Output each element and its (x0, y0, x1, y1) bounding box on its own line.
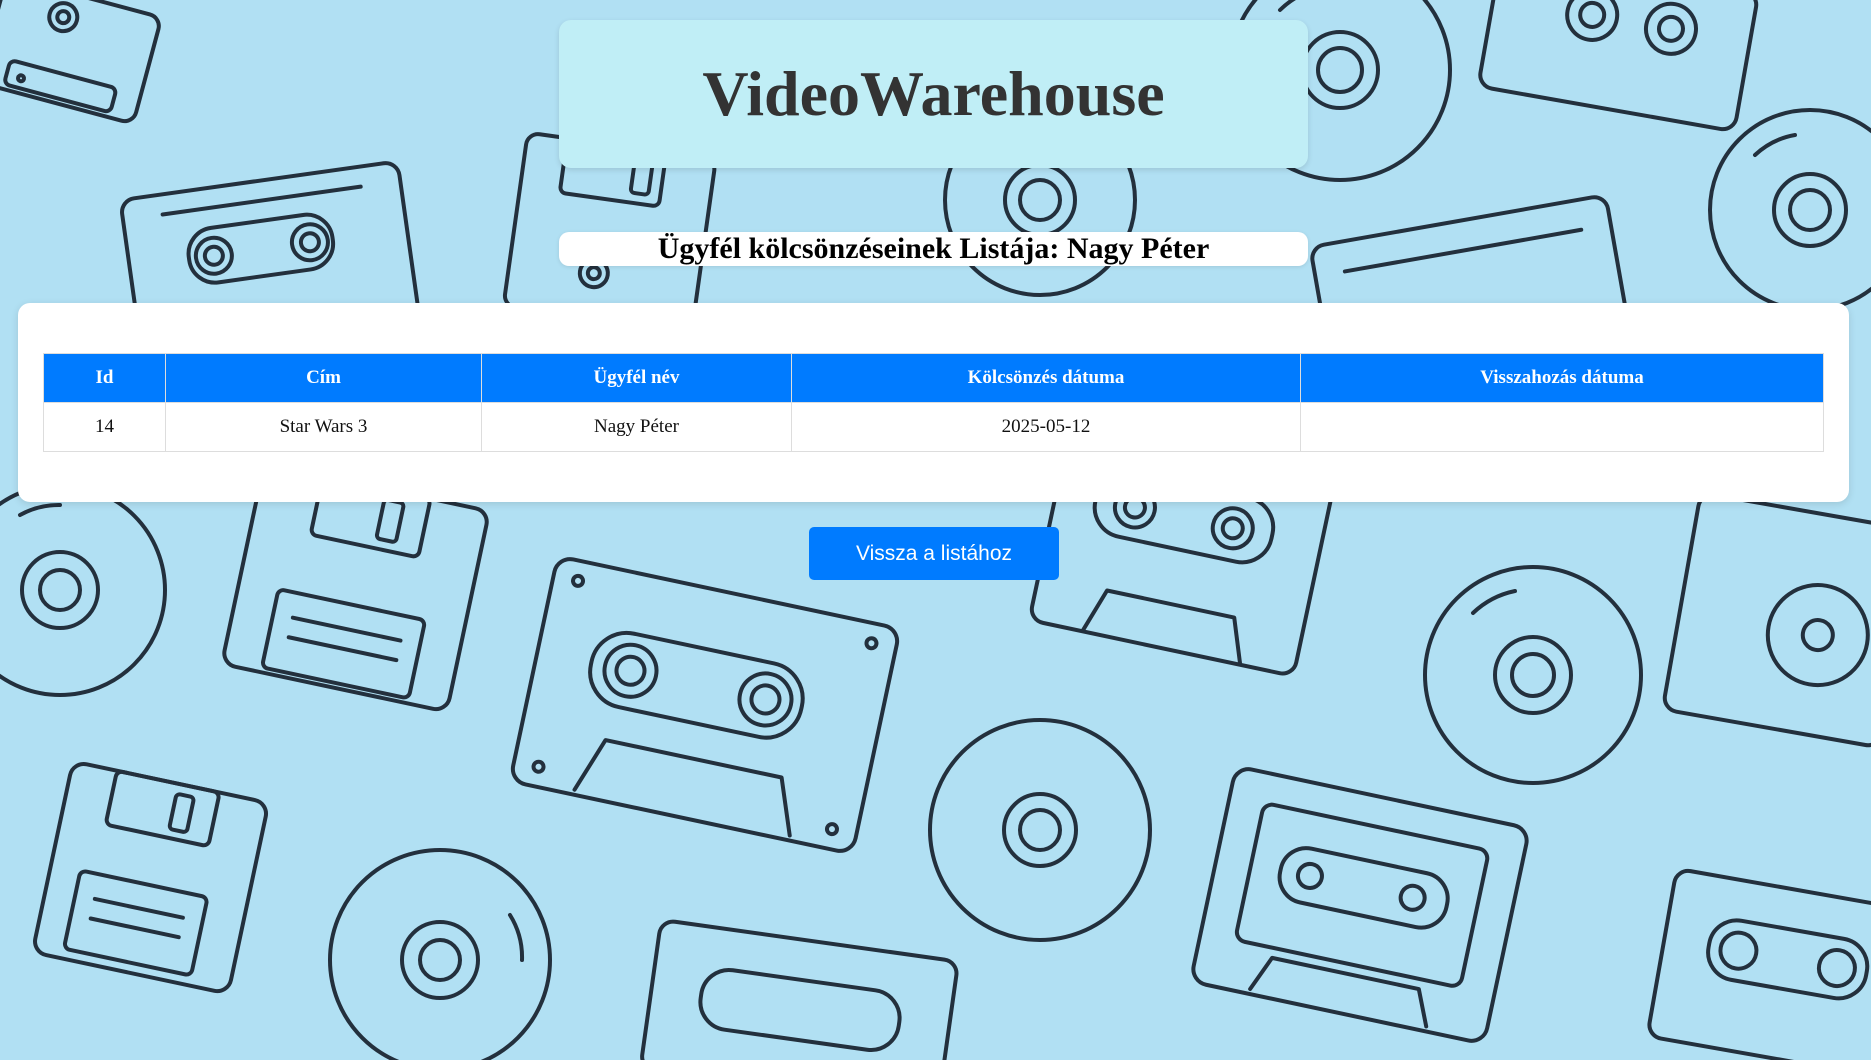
page-subtitle: Ügyfél kölcsönzéseinek Listája: Nagy Pét… (657, 232, 1210, 265)
cell-customer: Nagy Péter (481, 402, 792, 452)
rentals-table: Id Cím Ügyfél név Kölcsönzés dátuma Viss… (43, 353, 1824, 452)
cd-disc-icon (0, 483, 167, 697)
cell-returned-on (1300, 402, 1824, 452)
table-header-row: Id Cím Ügyfél név Kölcsönzés dátuma Viss… (43, 353, 1824, 403)
column-header-id: Id (43, 353, 166, 403)
cassette-icon (640, 919, 959, 1060)
app-header: VideoWarehouse (559, 20, 1308, 168)
cassette-icon (0, 0, 161, 124)
back-to-list-button[interactable]: Vissza a listához (809, 527, 1059, 580)
cassette-icon (1191, 767, 1529, 1043)
app-title: VideoWarehouse (702, 58, 1165, 129)
cell-id: 14 (43, 402, 166, 452)
rentals-card: Id Cím Ügyfél név Kölcsönzés dátuma Viss… (18, 303, 1849, 502)
cell-title: Star Wars 3 (165, 402, 482, 452)
cassette-icon (1478, 0, 1759, 132)
table-row: 14 Star Wars 3 Nagy Péter 2025-05-12 (43, 402, 1824, 452)
column-header-returned-on: Visszahozás dátuma (1300, 353, 1824, 403)
cell-rented-on: 2025-05-12 (791, 402, 1301, 452)
cd-disc-icon (1708, 108, 1871, 312)
column-header-rented-on: Kölcsönzés dátuma (791, 353, 1301, 403)
page-subtitle-card: Ügyfél kölcsönzéseinek Listája: Nagy Pét… (559, 232, 1308, 266)
cassette-icon (510, 557, 900, 853)
cd-disc-icon (328, 848, 552, 1060)
cd-disc-icon (928, 718, 1152, 942)
column-header-title: Cím (165, 353, 482, 403)
column-header-customer: Ügyfél név (481, 353, 792, 403)
floppy-disk-icon (33, 761, 269, 994)
cassette-icon (1647, 868, 1871, 1060)
floppy-disk-icon (1662, 492, 1871, 748)
cd-disc-icon (1423, 565, 1643, 785)
